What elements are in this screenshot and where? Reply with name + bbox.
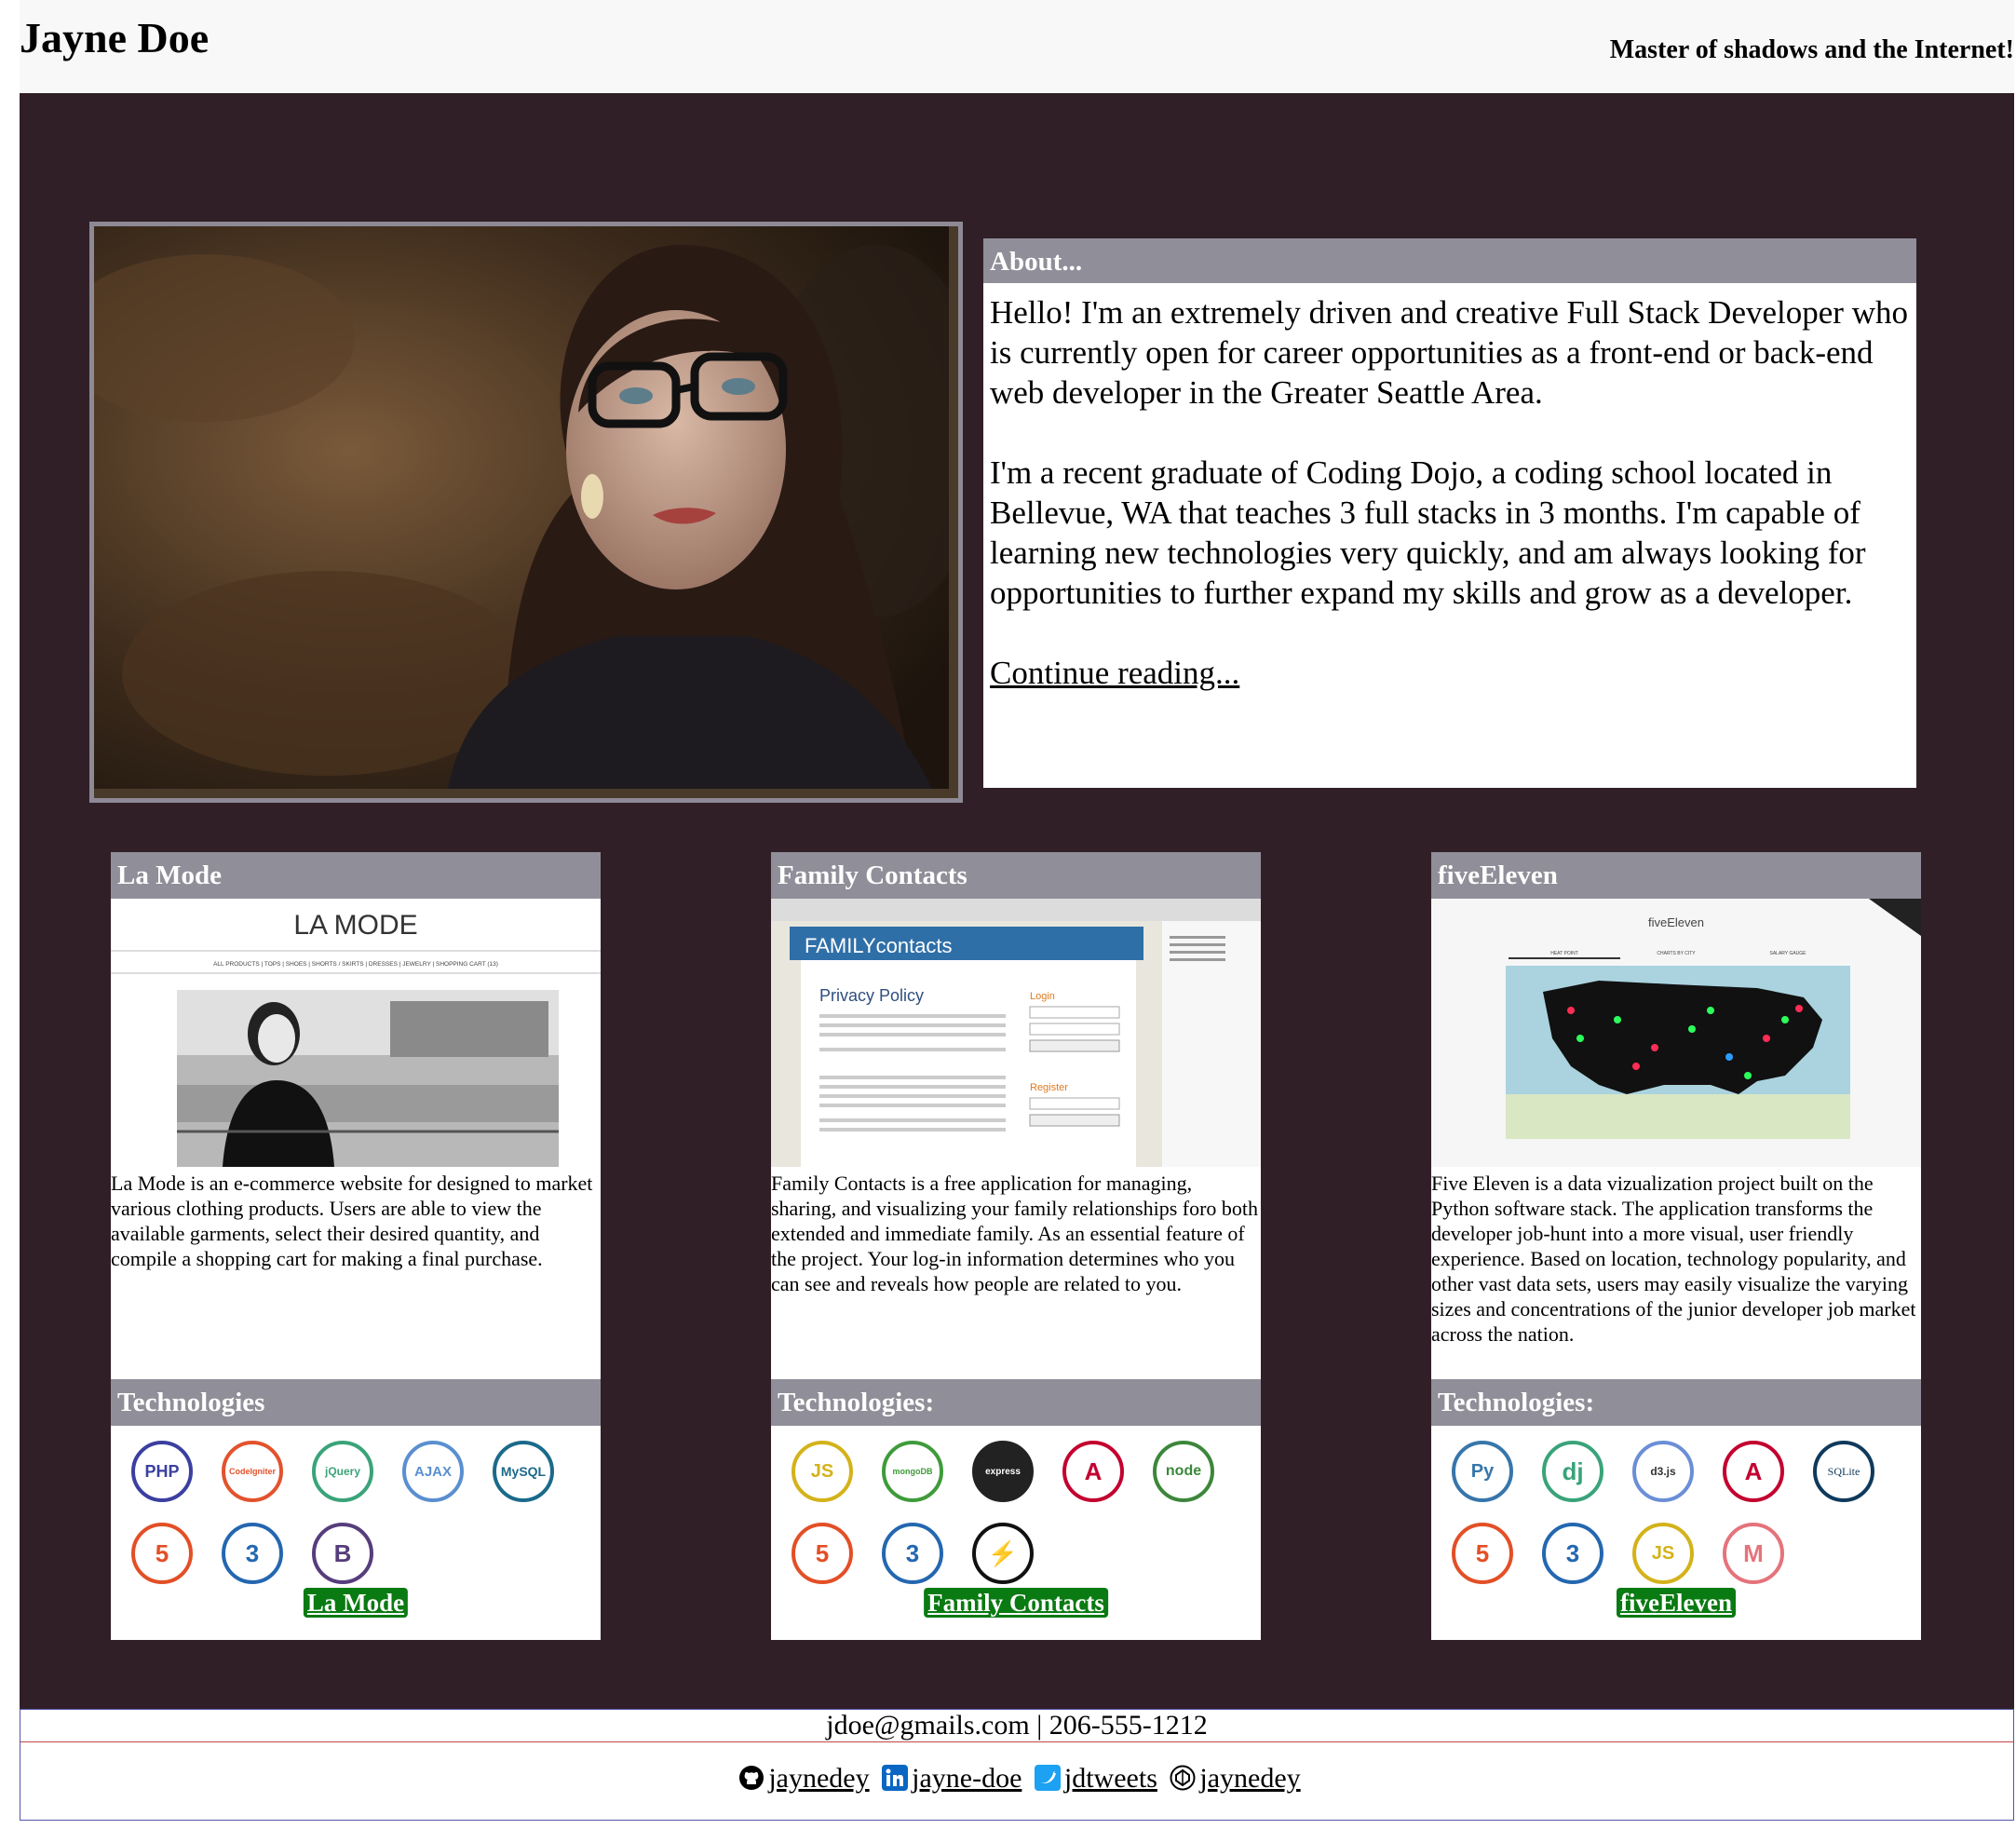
project-title: Family Contacts [771,852,1261,899]
screenshot-tab: CHARTS BY CITY [1657,951,1696,956]
html5-icon: 5 [1452,1523,1513,1584]
codepen-icon [1170,1765,1196,1791]
linkedin-icon [882,1765,909,1791]
screenshot-login: Login [1030,991,1055,1002]
mongodb-icon: mongoDB [882,1441,943,1502]
mysql-icon: MySQL [493,1441,554,1502]
javascript-icon: JS [1632,1523,1694,1584]
socketio-icon: ⚡ [972,1523,1034,1584]
screenshot-tab: HEAT POINT [1550,951,1578,956]
contact-info: jdoe@gmails.com | 206-555-1212 [20,1710,2013,1742]
technologies-list: JS mongoDB express A node 5 3 ⚡ Family C… [771,1426,1261,1640]
screenshot-logo: fiveEleven [1648,915,1704,929]
angular-icon: A [1062,1441,1124,1502]
ajax-icon: AJAX [402,1441,464,1502]
sqlite-icon: SQLite [1813,1441,1874,1502]
codeigniter-icon: CodeIgniter [222,1441,283,1502]
technologies-heading: Technologies: [771,1379,1261,1426]
project-link-button[interactable]: fiveEleven [1617,1588,1736,1618]
materialize-icon: M [1723,1523,1784,1584]
social-links: jaynedey jayne-doe jdtweets jaynedey [20,1763,2013,1795]
codepen-link[interactable]: jaynedey [1199,1763,1300,1794]
project-card-fiveeleven: fiveEleven fiveEleven HEAT POINT CHARTS … [1431,852,1921,1640]
continue-reading-link[interactable]: Continue reading... [990,655,1239,691]
site-title: Jayne Doe [20,14,210,61]
technologies-list: PHP CodeIgniter jQuery AJAX MySQL 5 3 B … [111,1426,601,1640]
project-link-button[interactable]: Family Contacts [924,1588,1108,1618]
screenshot-logo: FAMILYcontacts [805,934,953,957]
express-icon: express [972,1441,1034,1502]
python-icon: Py [1452,1441,1513,1502]
project-title: fiveEleven [1431,852,1921,899]
project-description: Family Contacts is a free application fo… [771,1172,1259,1295]
project-card-la-mode: La Mode LA MODE ALL PRODUCTS | TOPS | SH… [111,852,601,1640]
github-icon [739,1766,764,1790]
angular-icon: A [1723,1441,1784,1502]
twitter-icon [1034,1765,1061,1791]
project-screenshot[interactable]: LA MODE ALL PRODUCTS | TOPS | SHOES | SH… [111,899,601,1171]
php-icon: PHP [131,1441,193,1502]
css3-icon: 3 [222,1523,283,1584]
technologies-list: Py dj d3.js A SQLite 5 3 JS M fiveEleven [1431,1426,1921,1640]
twitter-link[interactable]: jdtweets [1064,1763,1157,1794]
project-description: Five Eleven is a data vizualization proj… [1431,1172,1916,1346]
screenshot-heading: Privacy Policy [819,986,924,1005]
css3-icon: 3 [882,1523,943,1584]
javascript-icon: JS [792,1441,853,1502]
about-paragraph-2: I'm a recent graduate of Coding Dojo, a … [990,454,1866,611]
technologies-heading: Technologies: [1431,1379,1921,1426]
site-footer: jdoe@gmails.com | 206-555-1212 jaynedey … [20,1709,2014,1821]
screenshot-nav: ALL PRODUCTS | TOPS | SHOES | SHORTS / S… [213,961,498,968]
screenshot-register: Register [1030,1082,1068,1093]
linkedin-link[interactable]: jayne-doe [912,1763,1022,1794]
github-link[interactable]: jaynedey [768,1763,869,1794]
html5-icon: 5 [131,1523,193,1584]
project-screenshot[interactable]: fiveEleven HEAT POINT CHARTS BY CITY SAL… [1431,899,1921,1171]
about-panel: About... Hello! I'm an extremely driven … [983,238,1916,788]
project-card-family-contacts: Family Contacts FAMILYcontacts Privacy P… [771,852,1261,1640]
html5-icon: 5 [792,1523,853,1584]
site-tagline: Master of shadows and the Internet! [1609,35,2014,64]
node-icon: node [1153,1441,1214,1502]
css3-icon: 3 [1542,1523,1603,1584]
site-header: Jayne Doe Master of shadows and the Inte… [20,0,2014,93]
main-content: About... Hello! I'm an extremely driven … [20,93,2014,1709]
project-screenshot[interactable]: FAMILYcontacts Privacy Policy Login Regi… [771,899,1261,1171]
django-icon: dj [1542,1441,1603,1502]
profile-photo [89,222,963,803]
project-link-button[interactable]: La Mode [303,1588,409,1618]
about-heading: About... [983,238,1916,283]
technologies-heading: Technologies [111,1379,601,1426]
jquery-icon: jQuery [312,1441,373,1502]
project-title: La Mode [111,852,601,899]
d3-icon: d3.js [1632,1441,1694,1502]
about-paragraph-1: Hello! I'm an extremely driven and creat… [990,294,1908,411]
project-description: La Mode is an e-commerce website for des… [111,1172,593,1270]
screenshot-tab: SALARY GAUGE [1770,951,1807,956]
bootstrap-icon: B [312,1523,373,1584]
screenshot-logo: LA MODE [293,910,417,941]
